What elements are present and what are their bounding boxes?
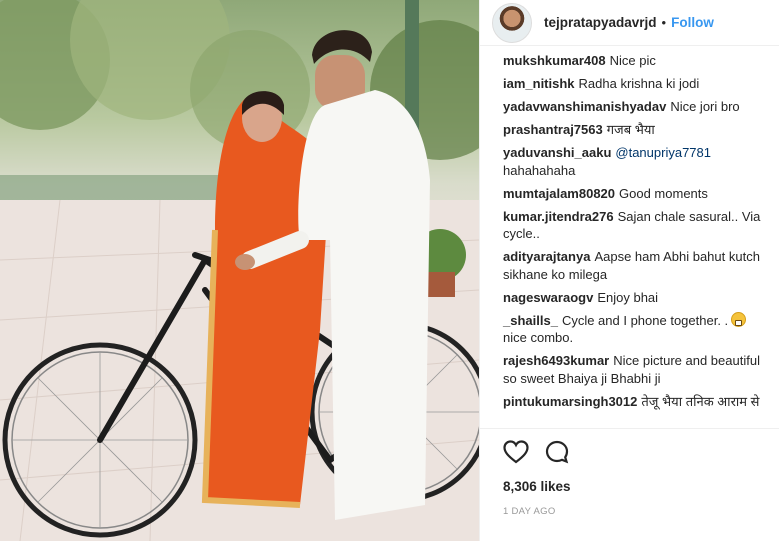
post-timestamp: 1 DAY AGO: [503, 506, 556, 517]
comment-item: mumtajalam80820 Good moments: [503, 185, 763, 203]
comment-item: yadavwanshimanishyadav Nice jori bro: [503, 98, 763, 116]
speech-bubble-icon[interactable]: [545, 440, 569, 469]
post-photo[interactable]: [0, 0, 479, 541]
comment-item: rajesh6493kumar Nice picture and beautifu…: [503, 352, 763, 387]
comment-username[interactable]: yadavwanshimanishyadav: [503, 99, 666, 114]
comment-username[interactable]: _shaills_: [503, 313, 558, 328]
action-buttons: [503, 439, 764, 469]
comment-item: pintukumarsingh3012 तेजू भैया तनिक आराम स…: [503, 393, 763, 411]
comment-username[interactable]: mumtajalam80820: [503, 186, 615, 201]
separator-dot: •: [661, 15, 667, 30]
comment-username[interactable]: rajesh6493kumar: [503, 353, 609, 368]
comment-item: kumar.jitendra276 Sajan chale sasural.. V…: [503, 208, 763, 243]
comment-text-continued: nice combo.: [503, 330, 574, 345]
post-username[interactable]: tejpratapyadavrjd: [544, 15, 657, 30]
comment-username[interactable]: adityarajtanya: [503, 249, 590, 264]
comment-text: तेजू भैया तनिक आराम से: [641, 393, 760, 409]
avatar[interactable]: [492, 2, 532, 43]
comment-item: yaduvanshi_aaku @tanupriya7781 hahahahaha: [503, 144, 763, 179]
heart-icon[interactable]: [503, 439, 529, 469]
comment-text: Nice pic: [609, 53, 656, 68]
comment-username[interactable]: mukshkumar408: [503, 53, 606, 68]
comment-text: Nice jori bro: [670, 99, 740, 114]
comment-username[interactable]: kumar.jitendra276: [503, 209, 614, 224]
comment-item: nageswaraogv Enjoy bhai: [503, 289, 763, 307]
post-sidebar: tejpratapyadavrjd • Follow mukshkumar408…: [479, 0, 779, 541]
comment-item: _shaills_ Cycle and I phone together. . n…: [503, 311, 763, 347]
follow-button[interactable]: Follow: [671, 15, 714, 30]
comment-item: prashantraj7563 गजब भैया: [503, 121, 763, 139]
comment-text: Enjoy bhai: [597, 289, 659, 305]
post-header: tejpratapyadavrjd • Follow: [480, 0, 779, 46]
comment-item: mukshkumar408 Nice pic: [503, 52, 763, 70]
comment-text: Radha krishna ki jodi: [578, 76, 700, 91]
comment-item: adityarajtanya Aapse ham Abhi bahut kutch…: [503, 248, 763, 283]
comment-item: iam_nitishk Radha krishna ki jodi: [503, 75, 763, 93]
comment-username[interactable]: nageswaraogv: [503, 290, 593, 305]
comment-username[interactable]: pintukumarsingh3012: [503, 394, 637, 409]
comment-mention[interactable]: @tanupriya7781: [615, 145, 711, 160]
comment-text: गजब भैया: [606, 122, 655, 137]
comment-username[interactable]: iam_nitishk: [503, 76, 575, 91]
comments-list[interactable]: mukshkumar408 Nice pic iam_nitishk Radha k…: [480, 46, 779, 430]
comment-text: Cycle and I phone together. .: [561, 312, 729, 328]
likes-count[interactable]: 8,306 likes: [503, 479, 764, 494]
post-actions: 8,306 likes 1 DAY AGO: [480, 428, 779, 517]
comment-text: Good moments: [619, 185, 708, 201]
comment-text: hahahahaha: [503, 162, 576, 178]
comment-username[interactable]: yaduvanshi_aaku: [503, 145, 611, 160]
couple-bicycle-image: [0, 0, 479, 541]
comment-username[interactable]: prashantraj7563: [503, 122, 603, 137]
grinning-face-icon: [731, 311, 747, 327]
